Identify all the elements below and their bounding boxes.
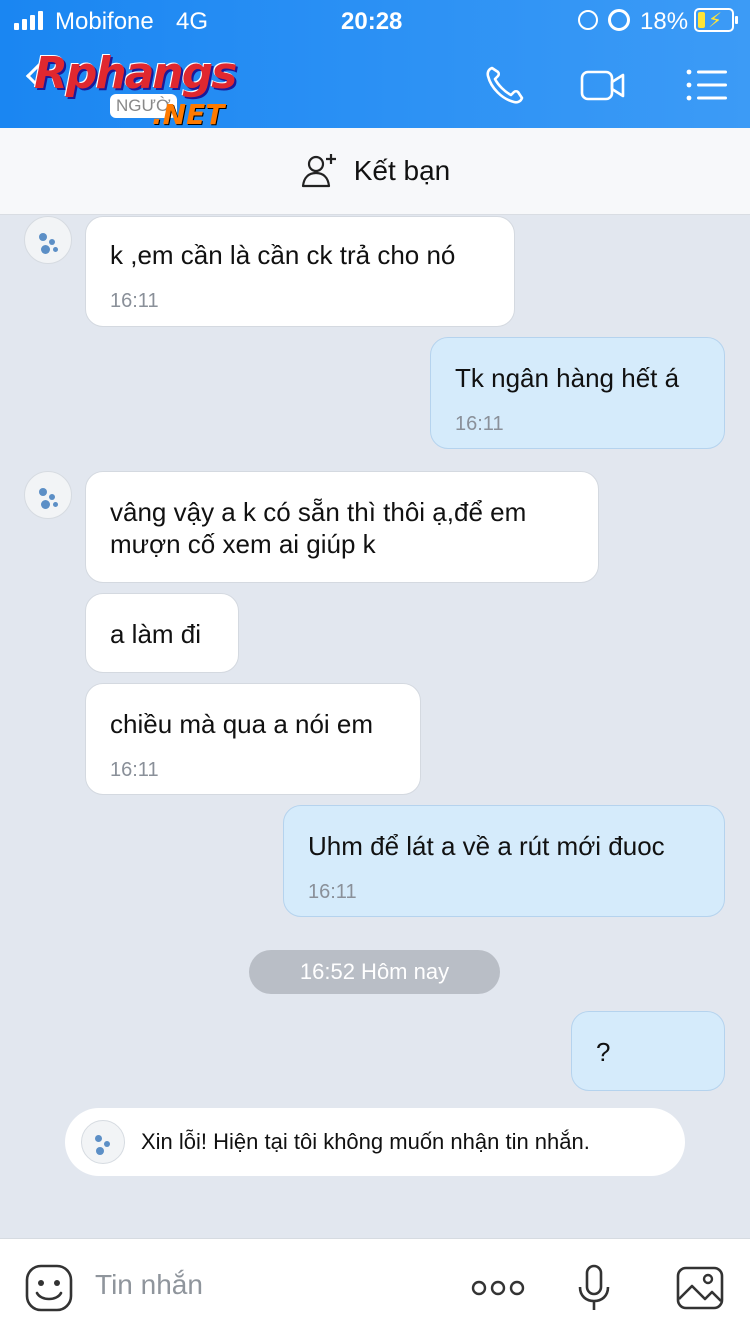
avatar[interactable] — [24, 216, 72, 264]
add-friend-label: Kết bạn — [353, 155, 451, 186]
menu-icon[interactable] — [684, 60, 734, 110]
battery-icon: ⚡ — [694, 8, 738, 32]
call-icon[interactable] — [480, 60, 530, 110]
message-text: Tk ngân hàng hết á — [455, 363, 680, 393]
avatar[interactable] — [24, 471, 72, 519]
carrier-label: Mobifone — [55, 8, 154, 35]
message-bubble[interactable]: vâng vậy a k có sẵn thì thôi ạ,để em mượ… — [85, 471, 599, 583]
add-friend-icon — [301, 154, 336, 188]
battery-percent: 18% — [640, 8, 689, 35]
mic-icon[interactable] — [574, 1263, 614, 1313]
image-icon[interactable] — [675, 1263, 725, 1313]
status-bar: Mobifone 4G 20:28 18% ⚡ — [0, 0, 750, 42]
signal-icon — [14, 10, 43, 30]
auto-reply-notice: Xin lỗi! Hiện tại tôi không muốn nhận ti… — [65, 1108, 685, 1176]
message-bubble[interactable]: a làm đi — [85, 593, 239, 673]
message-composer: Tin nhắn — [0, 1238, 750, 1334]
message-text: Uhm để lát a về a rút mới đuoc — [308, 831, 665, 861]
video-icon[interactable] — [578, 60, 628, 110]
watermark-logo: Rphangs NGƯỜ .NET — [34, 48, 274, 131]
message-bubble[interactable]: Tk ngân hàng hết á 16:11 — [430, 337, 725, 449]
message-time: 16:11 — [308, 881, 357, 903]
message-time: 16:11 — [455, 413, 504, 435]
network-label: 4G — [176, 8, 209, 35]
message-time: 16:11 — [110, 759, 159, 781]
auto-reply-text: Xin lỗi! Hiện tại tôi không muốn nhận ti… — [141, 1129, 590, 1154]
message-bubble[interactable]: k ,em cần là cần ck trả cho nó 16:11 — [85, 216, 515, 327]
message-time: 16:11 — [110, 290, 159, 312]
alarm-icon — [608, 9, 630, 31]
emoji-icon[interactable] — [24, 1263, 74, 1313]
message-text: k ,em cần là cần ck trả cho nó — [110, 240, 456, 270]
message-bubble[interactable]: chiều mà qua a nói em 16:11 — [85, 683, 421, 795]
message-bubble[interactable]: ? — [571, 1011, 725, 1091]
app-header: Mobifone 4G 20:28 18% ⚡ Rphangs NGƯỜ .NE… — [0, 0, 750, 131]
message-text: chiều mà qua a nói em — [110, 709, 374, 739]
more-icon[interactable] — [470, 1263, 526, 1313]
message-input[interactable]: Tin nhắn — [95, 1269, 203, 1301]
avatar — [81, 1120, 125, 1164]
message-text: a làm đi — [110, 619, 202, 649]
clock: 20:28 — [341, 8, 403, 35]
message-text: vâng vậy a k có sẵn thì thôi ạ,để em — [110, 497, 527, 527]
rotation-lock-icon — [578, 10, 598, 30]
add-friend-bar[interactable]: Kết bạn — [0, 128, 750, 215]
date-divider: 16:52 Hôm nay — [249, 950, 500, 994]
message-bubble[interactable]: Uhm để lát a về a rút mới đuoc 16:11 — [283, 805, 725, 917]
logo-suffix: .NET — [152, 98, 225, 131]
message-text-line2: mượn cố xem ai giúp k — [110, 529, 376, 559]
logo-brand: Rphangs — [34, 48, 237, 99]
message-text: ? — [596, 1037, 611, 1067]
